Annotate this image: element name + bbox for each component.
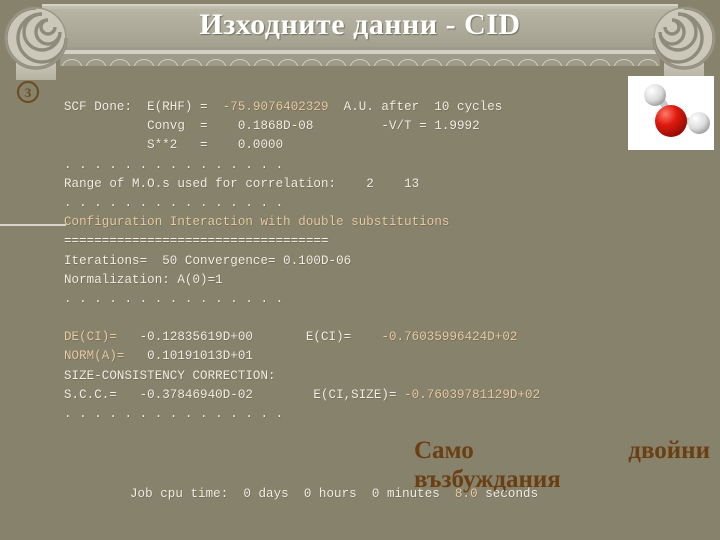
console-text-segment: -0.12835619D+00 E(CI)= xyxy=(124,330,382,345)
highlighted-value: DE(CI)= xyxy=(64,330,125,345)
highlighted-value: Configuration Interaction with double su… xyxy=(64,215,450,230)
highlighted-value: NORM(A)= xyxy=(64,349,125,364)
console-line: Iterations= 50 Convergence= 0.100D-06 xyxy=(64,252,684,271)
scalloped-border-base xyxy=(60,66,660,78)
annotation-line-1: Само двойни xyxy=(414,436,710,465)
console-line: Configuration Interaction with double su… xyxy=(64,213,684,232)
console-text-segment: Normalization: A(0)=1 xyxy=(64,272,223,287)
highlighted-value: -0.76035996424D+02 xyxy=(381,330,518,345)
slide-title: Изходните данни - CID xyxy=(199,8,521,41)
console-line: SIZE-CONSISTENCY CORRECTION: xyxy=(64,367,684,386)
console-text-segment: S**2 = 0.0000 xyxy=(64,138,284,153)
console-line: S**2 = 0.0000 xyxy=(64,136,684,155)
annotation-word-2: двойни xyxy=(628,437,710,464)
bullet-number-text: 3 xyxy=(25,85,32,100)
gaussian-output-text: SCF Done: E(RHF) = -75.9076402329 A.U. a… xyxy=(64,98,684,424)
highlighted-value: -0.76039781129D+02 xyxy=(404,387,541,402)
hydrogen-atom-1 xyxy=(644,84,666,106)
slide-header-banner: Изходните данни - CID xyxy=(0,0,720,80)
console-text-segment: . . . . . . . . . . . . . . . xyxy=(64,157,284,172)
console-text-segment: Iterations= 50 Convergence= 0.100D-06 xyxy=(64,253,352,268)
annotation-text: Само двойни възбуждания xyxy=(414,436,710,494)
console-text-segment: A.U. after 10 cycles xyxy=(328,100,503,114)
highlighted-value: -75.9076402329 xyxy=(222,100,329,114)
console-line: . . . . . . . . . . . . . . . xyxy=(64,156,684,175)
console-line: . . . . . . . . . . . . . . . xyxy=(64,194,684,213)
console-text-segment: . . . . . . . . . . . . . . . xyxy=(64,195,284,210)
console-line: =================================== xyxy=(64,232,684,251)
console-text-segment: SIZE-CONSISTENCY CORRECTION: xyxy=(64,368,276,383)
hydrogen-atom-2 xyxy=(688,112,710,134)
console-text-segment: 0.10191013D+01 xyxy=(124,349,253,364)
console-line: . . . . . . . . . . . . . . . xyxy=(64,290,684,309)
console-text-segment: =================================== xyxy=(64,234,329,249)
console-line: NORM(A)= 0.10191013D+01 xyxy=(64,347,684,366)
console-line: Convg = 0.1868D-08 -V/T = 1.9992 xyxy=(64,117,684,136)
console-text-segment: Job cpu time: 0 days 0 hours 0 minutes xyxy=(130,487,455,501)
console-text-segment: . . . . . . . . . . . . . . . xyxy=(64,407,284,421)
console-line: Range of M.O.s used for correlation: 2 1… xyxy=(64,175,684,194)
annotation-line-2: възбуждания xyxy=(414,466,561,493)
console-text-segment: Range of M.O.s used for correlation: 2 1… xyxy=(64,176,420,191)
oxygen-atom xyxy=(655,105,687,137)
molecule-svg xyxy=(644,84,710,137)
console-line: DE(CI)= -0.12835619D+00 E(CI)= -0.760359… xyxy=(64,328,684,347)
presentation-slide: Изходните данни - CID 3 SCF Done: E(RHF)… xyxy=(0,0,720,540)
scalloped-border-top-edge xyxy=(60,50,660,54)
console-line: . . . . . . . . . . . . . . . xyxy=(64,405,684,424)
console-text-segment: . . . . . . . . . . . . . . . xyxy=(64,291,284,306)
left-margin-rule xyxy=(0,224,66,226)
circled-number-bullet-icon: 3 xyxy=(17,81,39,103)
water-molecule-image xyxy=(628,76,714,150)
console-line: Normalization: A(0)=1 xyxy=(64,271,684,290)
console-text-segment: S.C.C.= -0.37846940D-02 E(CI,SIZE)= xyxy=(64,387,405,402)
console-line: S.C.C.= -0.37846940D-02 E(CI,SIZE)= -0.7… xyxy=(64,386,684,405)
console-text-segment: SCF Done: E(RHF) = xyxy=(64,100,223,114)
console-text-segment: Convg = 0.1868D-08 -V/T = 1.9992 xyxy=(64,119,480,134)
annotation-word-1: Само xyxy=(414,437,474,464)
console-line: SCF Done: E(RHF) = -75.9076402329 A.U. a… xyxy=(64,98,684,117)
